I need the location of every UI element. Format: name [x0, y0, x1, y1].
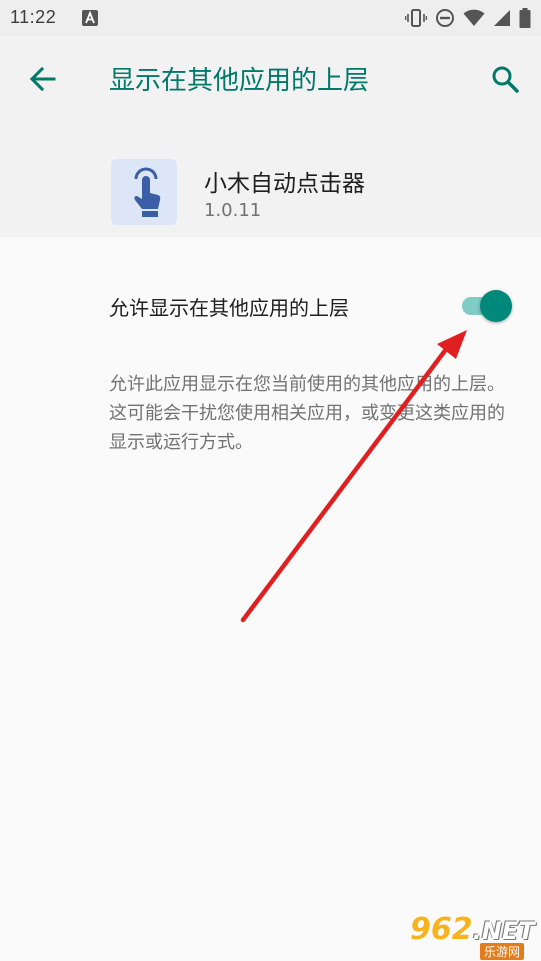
app-version: 1.0.11 — [204, 200, 262, 221]
battery-icon — [519, 8, 531, 32]
back-arrow-icon — [29, 66, 56, 92]
setting-label: 允许显示在其他应用的上层 — [109, 296, 349, 320]
app-header: 小木自动点击器 1.0.11 — [0, 122, 541, 237]
page-title: 显示在其他应用的上层 — [109, 66, 370, 96]
search-icon — [492, 66, 519, 93]
status-icons — [404, 8, 531, 32]
setting-description: 允许此应用显示在您当前使用的其他应用的上层。这可能会干扰您使用相关应用，或变更这… — [109, 374, 505, 453]
app-name: 小木自动点击器 — [204, 171, 365, 197]
vibrate-icon — [404, 8, 428, 32]
wifi-icon — [463, 9, 485, 31]
overlay-permission-setting[interactable]: 允许显示在其他应用的上层 — [0, 268, 541, 342]
status-time: 11:22 — [10, 7, 57, 27]
status-bar: 11:22 — [0, 0, 541, 36]
watermark-logo: 962.NET 乐游网 — [402, 912, 538, 960]
overlay-permission-toggle[interactable] — [458, 288, 516, 322]
app-bar: 显示在其他应用的上层 — [0, 36, 541, 122]
watermark-text: 962.NET — [410, 912, 535, 947]
tap-hand-icon — [111, 159, 177, 225]
toggle-thumb — [480, 290, 512, 322]
signal-icon — [493, 9, 511, 31]
watermark-number: 962 — [410, 912, 473, 947]
watermark-suffix: .NET — [472, 917, 535, 945]
back-button[interactable] — [26, 62, 60, 96]
dnd-icon — [435, 8, 455, 32]
notification-a-icon — [82, 10, 98, 30]
search-button[interactable] — [488, 62, 522, 96]
watermark-subtitle: 乐游网 — [480, 943, 525, 960]
